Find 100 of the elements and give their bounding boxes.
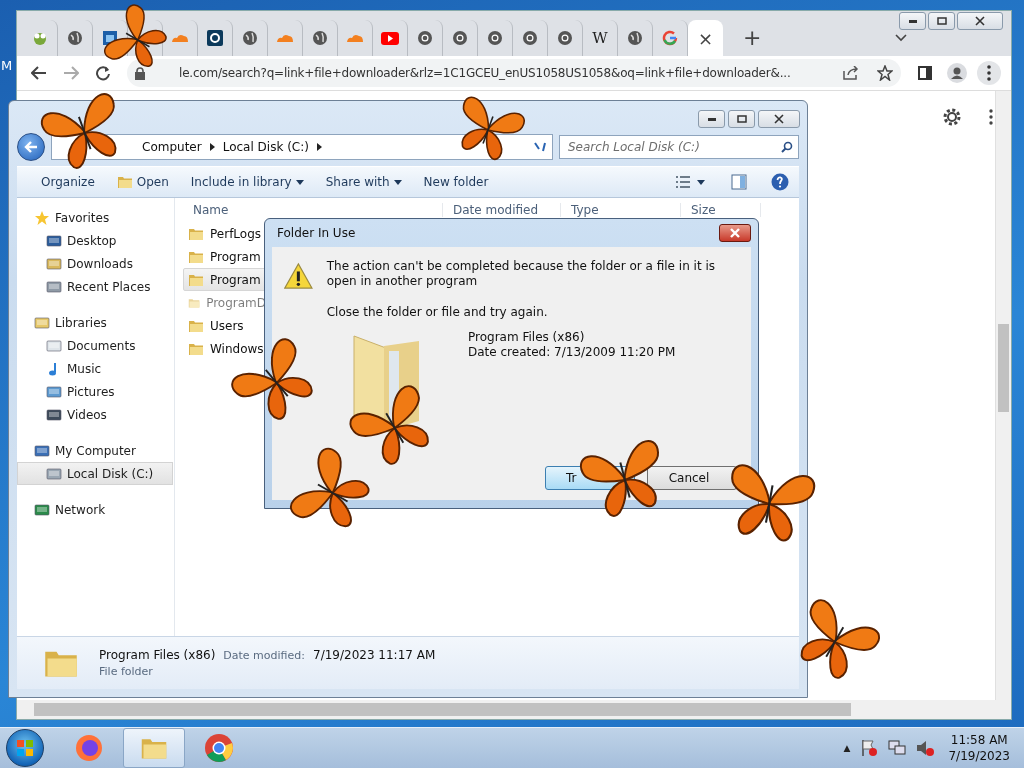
back-button[interactable] <box>17 133 45 161</box>
item-name: Program Files (x86) <box>99 648 216 662</box>
breadcrumb-item[interactable]: Computer <box>142 140 202 154</box>
flag-icon[interactable] <box>860 739 879 757</box>
chrome-icon <box>452 30 468 46</box>
back-arrow-icon[interactable] <box>31 66 47 80</box>
minimize-icon <box>707 117 716 121</box>
toolbar-button[interactable]: Organize <box>33 172 103 192</box>
clock-date[interactable]: 7/19/2023 <box>948 748 1010 764</box>
cloud-icon <box>276 33 294 43</box>
disk-drive-icon <box>46 465 62 482</box>
minimize-button[interactable] <box>899 12 926 30</box>
maximize-button[interactable] <box>928 12 955 30</box>
column-header[interactable]: Name <box>183 203 443 217</box>
star-icon <box>34 209 50 226</box>
downloads-folder-icon <box>46 255 62 272</box>
new-tab-button[interactable]: + <box>743 25 762 50</box>
picture-icon <box>46 383 62 400</box>
toolbar-button[interactable]: Share with <box>317 172 410 192</box>
maximize-button[interactable] <box>728 110 755 128</box>
file-row[interactable]: Windows <box>183 337 267 360</box>
close-button[interactable] <box>758 110 800 128</box>
profile-icon[interactable] <box>947 63 967 83</box>
date-value: 7/19/2023 11:17 AM <box>313 648 436 662</box>
minimize-icon <box>908 19 917 23</box>
network-icon <box>34 501 50 518</box>
dialog-button[interactable]: Cancel <box>647 466 737 490</box>
chrome-icon <box>417 30 433 46</box>
chrome-icon <box>522 30 538 46</box>
document-icon <box>46 337 62 354</box>
lock-icon <box>135 66 145 80</box>
breadcrumb-item[interactable]: Local Disk (C:) <box>222 140 309 154</box>
column-header[interactable]: Size <box>681 203 761 217</box>
more-icon[interactable] <box>989 109 993 125</box>
column-header[interactable]: Type <box>561 203 681 217</box>
windows-logo <box>16 739 34 757</box>
globe-icon <box>67 30 83 46</box>
desktop-icon <box>46 232 62 249</box>
minimize-button[interactable] <box>698 110 725 128</box>
field-label: Date modified: <box>223 649 305 662</box>
close-icon <box>975 16 985 26</box>
file-row[interactable]: PerfLogs <box>183 222 267 245</box>
toolbar-button[interactable]: New folder <box>415 172 497 192</box>
chrome-icon <box>557 30 573 46</box>
ring-icon <box>207 30 223 46</box>
file-row[interactable]: Users <box>183 314 267 337</box>
nav-item[interactable]: Downloads <box>17 252 173 275</box>
nav-item[interactable]: Network <box>17 498 173 521</box>
address-bar[interactable]: le.com/search?q=link+file+downloader&rlz=1C1GCEU_enUS1058US1058&oq=link+file+downloader&... <box>127 59 901 87</box>
vertical-scrollbar[interactable] <box>995 91 1011 700</box>
close-icon[interactable]: × <box>697 27 714 49</box>
chevron-icon[interactable] <box>316 143 322 151</box>
star-outline-icon[interactable] <box>877 65 893 81</box>
side-panel-icon[interactable] <box>918 66 932 80</box>
settings-icon[interactable] <box>942 107 962 127</box>
menu-icon[interactable] <box>977 61 1001 85</box>
view-list-icon[interactable] <box>675 175 691 189</box>
close-icon <box>729 228 741 238</box>
item-type: File folder <box>99 665 154 678</box>
frog-icon <box>32 30 48 46</box>
reload-icon[interactable] <box>95 65 111 81</box>
column-header[interactable]: Date modified <box>443 203 561 217</box>
clock-time[interactable]: 11:58 AM <box>950 732 1008 748</box>
show-hidden-icons[interactable]: ▲ <box>843 743 851 753</box>
recent-places-icon <box>46 278 62 295</box>
caret-icon[interactable] <box>697 179 705 185</box>
browser-tab[interactable]: W <box>583 20 618 56</box>
nav-item[interactable]: Local Disk (C:) <box>17 462 173 485</box>
toolbar-button[interactable]: Include in library <box>182 172 312 192</box>
help-icon[interactable] <box>771 173 789 191</box>
horizontal-scrollbar[interactable] <box>17 700 1011 719</box>
chrome-icon <box>487 30 503 46</box>
nav-item[interactable]: Pictures <box>17 380 173 403</box>
caret-icon[interactable] <box>895 34 907 42</box>
share-icon[interactable] <box>843 66 859 80</box>
file-row[interactable]: Program <box>183 245 267 268</box>
nav-item[interactable]: Videos <box>17 403 173 426</box>
nav-item[interactable]: Recent Places <box>17 275 173 298</box>
network-icon[interactable] <box>888 739 907 757</box>
search-field[interactable]: Search Local Disk (C:) <box>559 135 799 159</box>
nav-item[interactable]: Music <box>17 357 173 380</box>
created-date: Date created: 7/13/2009 11:20 PM <box>468 345 676 360</box>
toolbar-button[interactable]: Open <box>108 171 177 193</box>
nav-item[interactable]: Libraries <box>17 311 173 334</box>
close-icon <box>774 114 784 124</box>
speaker-muted-icon[interactable] <box>916 739 935 757</box>
chevron-icon[interactable] <box>209 143 215 151</box>
caret-icon <box>393 179 402 185</box>
nav-item[interactable]: Documents <box>17 334 173 357</box>
computer-icon <box>34 442 50 459</box>
close-button[interactable] <box>719 224 751 242</box>
start-button[interactable] <box>6 729 44 767</box>
nav-item[interactable]: Desktop <box>17 229 173 252</box>
cloud-icon <box>171 33 189 43</box>
nav-item[interactable]: Favorites <box>17 206 173 229</box>
browser-tab[interactable]: × <box>688 20 723 56</box>
file-row[interactable]: Program <box>183 268 267 291</box>
file-row[interactable]: ProgramD <box>183 291 267 314</box>
library-icon <box>34 314 50 331</box>
nav-item[interactable]: My Computer <box>17 439 173 462</box>
